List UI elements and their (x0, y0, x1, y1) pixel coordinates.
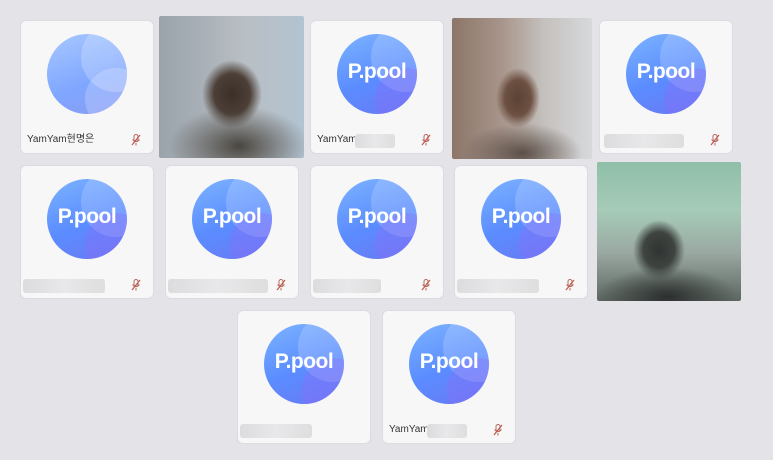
participant-tile-1[interactable]: YamYam현명은 (21, 21, 153, 153)
avatar: P.pool (337, 179, 417, 259)
avatar: P.pool (409, 324, 489, 404)
participant-name: YamYam (389, 424, 429, 435)
participant-tile-12[interactable]: P.pool YamYam (383, 311, 515, 443)
ppool-logo: P.pool (636, 60, 696, 83)
video-feed (159, 16, 304, 158)
participant-tile-7[interactable]: P.pool (166, 166, 298, 298)
participant-tile-11[interactable]: P.pool (238, 311, 370, 443)
mic-muted-icon (421, 134, 431, 146)
mic-muted-icon (131, 279, 141, 291)
ppool-logo: P.pool (202, 205, 262, 228)
participant-name: YamYam현명은 (27, 134, 95, 145)
name-redacted (23, 279, 105, 293)
participant-name: YamYam (317, 134, 357, 145)
avatar: P.pool (337, 34, 417, 114)
avatar (47, 34, 127, 114)
ppool-logo: P.pool (57, 205, 117, 228)
name-redacted (457, 279, 539, 293)
name-redacted (355, 134, 395, 148)
participant-video-tile[interactable] (159, 16, 304, 158)
mic-muted-icon (710, 134, 720, 146)
avatar: P.pool (264, 324, 344, 404)
participant-tile-9[interactable]: P.pool (455, 166, 587, 298)
participant-video-tile[interactable] (597, 162, 741, 301)
ppool-logo: P.pool (347, 60, 407, 83)
name-redacted (313, 279, 381, 293)
avatar: P.pool (192, 179, 272, 259)
avatar: P.pool (626, 34, 706, 114)
mic-muted-icon (493, 424, 503, 436)
mic-muted-icon (276, 279, 286, 291)
participant-tile-6[interactable]: P.pool (21, 166, 153, 298)
ppool-logo: P.pool (274, 350, 334, 373)
participant-tile-5[interactable]: P.pool (600, 21, 732, 153)
ppool-logo: P.pool (491, 205, 551, 228)
mic-muted-icon (131, 134, 141, 146)
ppool-logo: P.pool (347, 205, 407, 228)
name-redacted (168, 279, 268, 293)
avatar: P.pool (481, 179, 561, 259)
mic-muted-icon (421, 279, 431, 291)
name-redacted (240, 424, 312, 438)
name-redacted (604, 134, 684, 148)
participant-tile-3[interactable]: P.pool YamYam (311, 21, 443, 153)
video-feed (452, 18, 592, 159)
participant-video-tile[interactable] (452, 18, 592, 159)
ppool-logo: P.pool (419, 350, 479, 373)
avatar: P.pool (47, 179, 127, 259)
participant-tile-8[interactable]: P.pool (311, 166, 443, 298)
mic-muted-icon (565, 279, 575, 291)
video-feed (597, 162, 741, 301)
name-redacted (427, 424, 467, 438)
